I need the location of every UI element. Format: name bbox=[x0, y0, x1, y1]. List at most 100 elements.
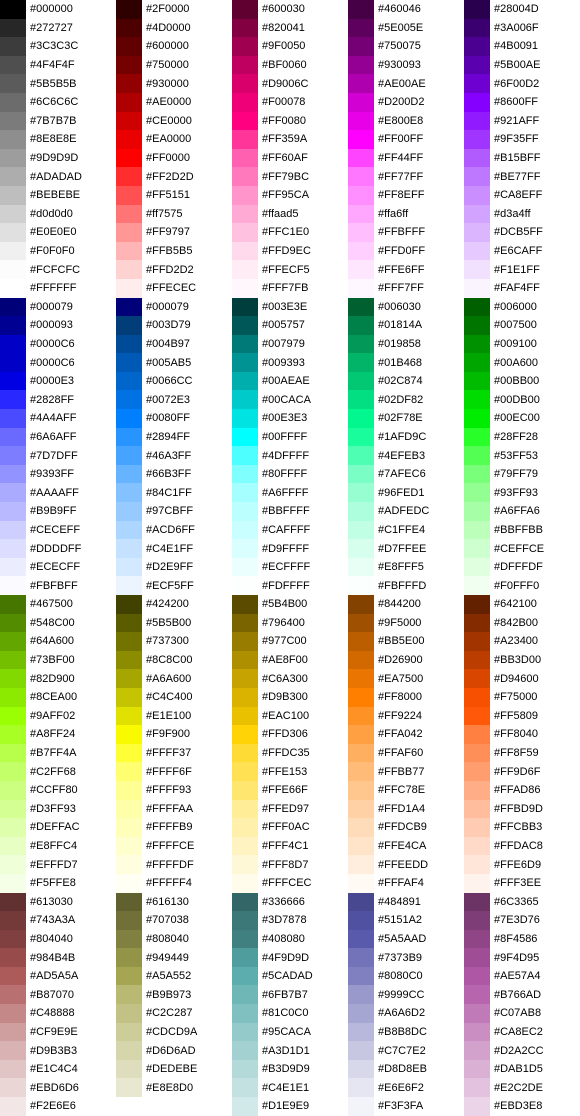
color-cell[interactable]: #FFF4C1 bbox=[232, 837, 348, 856]
color-cell[interactable]: #A6A600 bbox=[116, 669, 232, 688]
color-cell[interactable]: #00CACA bbox=[232, 390, 348, 409]
color-cell[interactable]: #FFFFCE bbox=[116, 837, 232, 856]
color-cell[interactable]: #9D9D9D bbox=[0, 149, 116, 168]
color-cell[interactable]: #CA8EFF bbox=[464, 186, 580, 205]
color-cell[interactable]: #FF77FF bbox=[348, 167, 464, 186]
color-cell[interactable]: #ECFFFF bbox=[232, 558, 348, 577]
color-cell[interactable]: #9F0050 bbox=[232, 37, 348, 56]
color-cell[interactable]: #EA0000 bbox=[116, 130, 232, 149]
color-cell[interactable]: #FFBB77 bbox=[348, 762, 464, 781]
color-cell[interactable]: #EAC100 bbox=[232, 707, 348, 726]
color-cell[interactable]: #F9F900 bbox=[116, 725, 232, 744]
color-cell[interactable]: #79FF79 bbox=[464, 465, 580, 484]
color-cell[interactable]: #8CEA00 bbox=[0, 688, 116, 707]
color-cell[interactable]: #D7FFEE bbox=[348, 539, 464, 558]
color-cell[interactable]: #F3F3FA bbox=[348, 1097, 464, 1116]
color-cell[interactable]: #C1FFE4 bbox=[348, 521, 464, 540]
color-cell[interactable]: #01B468 bbox=[348, 353, 464, 372]
color-cell[interactable]: #FFBD9D bbox=[464, 800, 580, 819]
color-cell[interactable]: #C4E1FF bbox=[116, 539, 232, 558]
color-cell[interactable]: #E2C2DE bbox=[464, 1078, 580, 1097]
color-cell[interactable]: #FF8000 bbox=[348, 688, 464, 707]
color-cell[interactable]: #FFFFDF bbox=[116, 855, 232, 874]
color-cell[interactable]: #2828FF bbox=[0, 390, 116, 409]
color-cell[interactable]: #CF9E9E bbox=[0, 1023, 116, 1042]
color-cell[interactable]: #84C1FF bbox=[116, 483, 232, 502]
color-cell[interactable]: #D6D6AD bbox=[116, 1041, 232, 1060]
color-cell[interactable]: #F2E6E6 bbox=[0, 1097, 116, 1116]
color-cell[interactable]: #CDCD9A bbox=[116, 1023, 232, 1042]
color-cell[interactable]: #ECECFF bbox=[0, 558, 116, 577]
color-cell[interactable]: #81C0C0 bbox=[232, 1004, 348, 1023]
color-cell[interactable]: #8C8C00 bbox=[116, 651, 232, 670]
color-cell[interactable]: #977C00 bbox=[232, 632, 348, 651]
color-cell[interactable]: #750000 bbox=[116, 56, 232, 75]
color-cell[interactable]: #000093 bbox=[0, 316, 116, 335]
color-cell[interactable]: #BEBEBE bbox=[0, 186, 116, 205]
color-cell[interactable]: #006030 bbox=[348, 298, 464, 317]
color-cell[interactable]: #E800E8 bbox=[348, 112, 464, 131]
color-cell[interactable]: #D9006C bbox=[232, 74, 348, 93]
color-cell[interactable]: #28004D bbox=[464, 0, 580, 19]
color-cell[interactable]: #5E005E bbox=[348, 19, 464, 38]
color-cell[interactable]: #006000 bbox=[464, 298, 580, 317]
color-cell[interactable]: #707038 bbox=[116, 911, 232, 930]
color-cell[interactable]: #DEFFAC bbox=[0, 818, 116, 837]
color-cell[interactable]: #4EFEB3 bbox=[348, 446, 464, 465]
color-cell[interactable]: #7373B9 bbox=[348, 948, 464, 967]
color-cell[interactable]: #D1E9E9 bbox=[232, 1097, 348, 1116]
color-cell[interactable]: #DFFFDF bbox=[464, 558, 580, 577]
color-cell[interactable]: #408080 bbox=[232, 930, 348, 949]
color-cell[interactable]: #009393 bbox=[232, 353, 348, 372]
color-cell[interactable]: #9F5000 bbox=[348, 614, 464, 633]
color-cell[interactable]: #95CACA bbox=[232, 1023, 348, 1042]
color-cell[interactable]: #FFF8D7 bbox=[232, 855, 348, 874]
color-cell[interactable]: #B87070 bbox=[0, 985, 116, 1004]
color-cell[interactable]: #DCB5FF bbox=[464, 223, 580, 242]
color-cell[interactable]: #A5A552 bbox=[116, 967, 232, 986]
color-cell[interactable]: #00AEAE bbox=[232, 372, 348, 391]
color-cell[interactable]: #FF00FF bbox=[348, 130, 464, 149]
color-cell[interactable]: #FFF7FB bbox=[232, 279, 348, 298]
color-cell[interactable]: #D8D8EB bbox=[348, 1060, 464, 1079]
color-cell[interactable]: #7AFEC6 bbox=[348, 465, 464, 484]
color-cell[interactable]: #FCFCFC bbox=[0, 260, 116, 279]
color-cell[interactable]: #D9FFFF bbox=[232, 539, 348, 558]
color-cell[interactable]: #FDFFFF bbox=[232, 576, 348, 595]
color-cell[interactable]: #336666 bbox=[232, 893, 348, 912]
color-cell[interactable]: #53FF53 bbox=[464, 446, 580, 465]
color-cell[interactable]: #ACD6FF bbox=[116, 521, 232, 540]
color-cell[interactable]: #E8FFF5 bbox=[348, 558, 464, 577]
color-cell[interactable]: #4F4F4F bbox=[0, 56, 116, 75]
color-cell[interactable]: #A6FFA6 bbox=[464, 502, 580, 521]
color-cell[interactable]: #8F4586 bbox=[464, 930, 580, 949]
color-cell[interactable]: #FF0080 bbox=[232, 112, 348, 131]
color-cell[interactable]: #9F35FF bbox=[464, 130, 580, 149]
color-cell[interactable]: #DDDDFF bbox=[0, 539, 116, 558]
color-cell[interactable]: #EFFFD7 bbox=[0, 855, 116, 874]
color-cell[interactable]: #600000 bbox=[116, 37, 232, 56]
color-cell[interactable]: #FF0000 bbox=[116, 149, 232, 168]
color-cell[interactable]: #CEFFCE bbox=[464, 539, 580, 558]
color-cell[interactable]: #AE8F00 bbox=[232, 651, 348, 670]
color-cell[interactable]: #ECF5FF bbox=[116, 576, 232, 595]
color-cell[interactable]: #D2E9FF bbox=[116, 558, 232, 577]
color-cell[interactable]: #2894FF bbox=[116, 428, 232, 447]
color-cell[interactable]: #2F0000 bbox=[116, 0, 232, 19]
color-cell[interactable]: #FFDAC8 bbox=[464, 837, 580, 856]
color-cell[interactable]: #00FFFF bbox=[232, 428, 348, 447]
color-cell[interactable]: #930000 bbox=[116, 74, 232, 93]
color-cell[interactable]: #0000C6 bbox=[0, 353, 116, 372]
color-cell[interactable]: #73BF00 bbox=[0, 651, 116, 670]
color-cell[interactable]: #93FF93 bbox=[464, 483, 580, 502]
color-cell[interactable]: #FFE153 bbox=[232, 762, 348, 781]
color-cell[interactable]: #AAAAFF bbox=[0, 483, 116, 502]
color-cell[interactable]: #B766AD bbox=[464, 985, 580, 1004]
color-cell[interactable]: #C7C7E2 bbox=[348, 1041, 464, 1060]
color-cell[interactable]: #B9B9FF bbox=[0, 502, 116, 521]
color-cell[interactable]: #8080C0 bbox=[348, 967, 464, 986]
color-cell[interactable]: #FF2D2D bbox=[116, 167, 232, 186]
color-cell[interactable]: #000079 bbox=[116, 298, 232, 317]
color-cell[interactable]: #6C6C6C bbox=[0, 93, 116, 112]
color-cell[interactable]: #F0FFF0 bbox=[464, 576, 580, 595]
